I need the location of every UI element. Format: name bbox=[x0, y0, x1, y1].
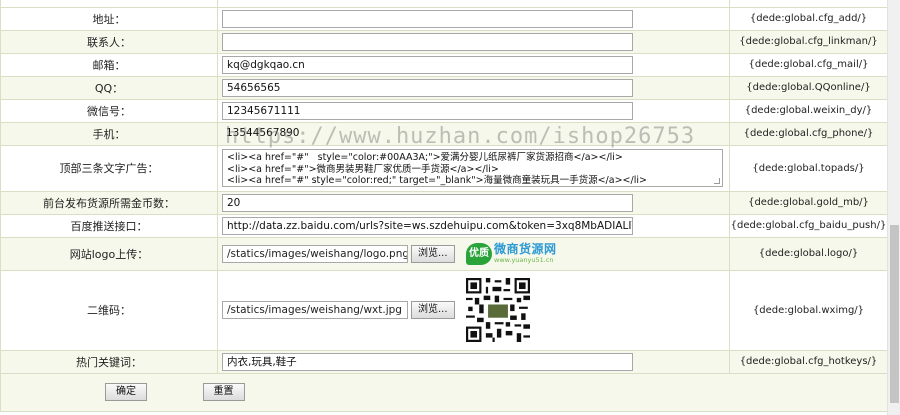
field-label: 手机： bbox=[0, 122, 218, 146]
reset-button[interactable]: 重置 bbox=[202, 383, 245, 401]
topads-text: <li><a href="#" style="color:#00AA3A;">爱… bbox=[227, 152, 647, 186]
logo-browse-button[interactable]: 浏览... bbox=[411, 244, 455, 263]
field-label: 地址： bbox=[0, 7, 218, 31]
template-tag: {dede:global.cfg_linkman/} bbox=[729, 30, 888, 54]
field-label: 微信号： bbox=[0, 99, 218, 123]
table-row: 手机： 13544567890 {dede:global.cfg_phone/} bbox=[0, 122, 888, 146]
template-tag: {dede:global.logo/} bbox=[729, 237, 888, 271]
field-label: 顶部三条文字广告： bbox=[0, 145, 218, 192]
template-tag: {dede:global.wximg/} bbox=[729, 270, 888, 351]
template-tag: {dede:global.weixin_dy/} bbox=[729, 99, 888, 123]
table-row: 百度推送接口： http://data.zz.baidu.com/urls?si… bbox=[0, 214, 888, 238]
logo-brand: 微商货源网 bbox=[494, 242, 557, 257]
table-row bbox=[0, 0, 888, 8]
field-label: 热门关键词： bbox=[0, 350, 218, 374]
qrcode-browse-button[interactable]: 浏览... bbox=[411, 301, 455, 319]
template-tag: {dede:global.cfg_mail/} bbox=[729, 53, 888, 77]
table-row: 联系人： {dede:global.cfg_linkman/} bbox=[0, 30, 888, 54]
table-row: 地址： {dede:global.cfg_add/} bbox=[0, 7, 888, 31]
table-row: 顶部三条文字广告： <li><a href="#" style="color:#… bbox=[0, 145, 888, 192]
table-row: 微信号： 12345671111 {dede:global.weixin_dy/… bbox=[0, 99, 888, 123]
logo-preview: 优质 微商货源网 www.yuanyu51.cn bbox=[466, 241, 557, 267]
template-tag: {dede:global.gold_mb/} bbox=[729, 191, 888, 215]
vertical-scrollbar[interactable] bbox=[887, 0, 900, 415]
field-label: 前台发布货源所需金币数： bbox=[0, 191, 218, 215]
template-tag: {dede:global.cfg_phone/} bbox=[729, 122, 888, 146]
resize-grip-icon[interactable] bbox=[714, 178, 720, 184]
field-label: 二维码： bbox=[0, 270, 218, 351]
qrcode-path-input[interactable]: /statics/images/weishang/wxt.jpg bbox=[222, 301, 408, 319]
baidu-push-input[interactable]: http://data.zz.baidu.com/urls?site=ws.sz… bbox=[222, 216, 633, 235]
confirm-button[interactable]: 确定 bbox=[105, 383, 147, 401]
qrcode-image-icon bbox=[466, 278, 531, 342]
hotkeys-input[interactable]: 内衣,玩具,鞋子 bbox=[222, 352, 633, 371]
logo-brand-url: www.yuanyu51.cn bbox=[494, 256, 554, 265]
template-tag: {dede:global.QQonline/} bbox=[729, 76, 888, 100]
config-table: 地址： {dede:global.cfg_add/} 联系人： {dede:gl… bbox=[0, 0, 888, 412]
field-label: 网站logo上传： bbox=[0, 237, 218, 271]
field-label: 联系人： bbox=[0, 30, 218, 54]
table-row: 热门关键词： 内衣,玩具,鞋子 {dede:global.cfg_hotkeys… bbox=[0, 350, 888, 374]
phone-input[interactable]: 13544567890 bbox=[222, 125, 633, 143]
table-row: 网站logo上传： /statics/images/weishang/logo.… bbox=[0, 237, 888, 271]
template-tag: {dede:global.cfg_hotkeys/} bbox=[729, 350, 888, 374]
field-label: 邮箱： bbox=[0, 53, 218, 77]
logo-path-input[interactable]: /statics/images/weishang/logo.png bbox=[222, 244, 408, 263]
table-row: 二维码： /statics/images/weishang/wxt.jpg 浏览.… bbox=[0, 270, 888, 351]
field-label: QQ： bbox=[0, 76, 218, 100]
topads-textarea[interactable]: <li><a href="#" style="color:#00AA3A;">爱… bbox=[222, 149, 723, 187]
wechat-input[interactable]: 12345671111 bbox=[222, 101, 633, 120]
table-row: 确定 重置 bbox=[0, 373, 888, 412]
template-tag: {dede:global.cfg_add/} bbox=[729, 7, 888, 31]
email-input[interactable]: kq@dgkqao.cn bbox=[222, 55, 633, 74]
field-label: 百度推送接口： bbox=[0, 214, 218, 238]
logo-badge: 优质 bbox=[466, 242, 493, 265]
gold-input[interactable]: 20 bbox=[222, 193, 633, 212]
qq-input[interactable]: 54656565 bbox=[222, 78, 633, 97]
scrollbar-thumb[interactable] bbox=[890, 225, 899, 403]
config-form: 地址： {dede:global.cfg_add/} 联系人： {dede:gl… bbox=[0, 0, 888, 415]
contact-input[interactable] bbox=[222, 32, 633, 51]
address-input[interactable] bbox=[222, 9, 633, 28]
table-row: 邮箱： kq@dgkqao.cn {dede:global.cfg_mail/} bbox=[0, 53, 888, 77]
table-row: 前台发布货源所需金币数： 20 {dede:global.gold_mb/} bbox=[0, 191, 888, 215]
template-tag: {dede:global.cfg_baidu_push/} bbox=[729, 214, 888, 238]
template-tag: {dede:global.topads/} bbox=[729, 145, 888, 192]
table-row: QQ： 54656565 {dede:global.QQonline/} bbox=[0, 76, 888, 100]
